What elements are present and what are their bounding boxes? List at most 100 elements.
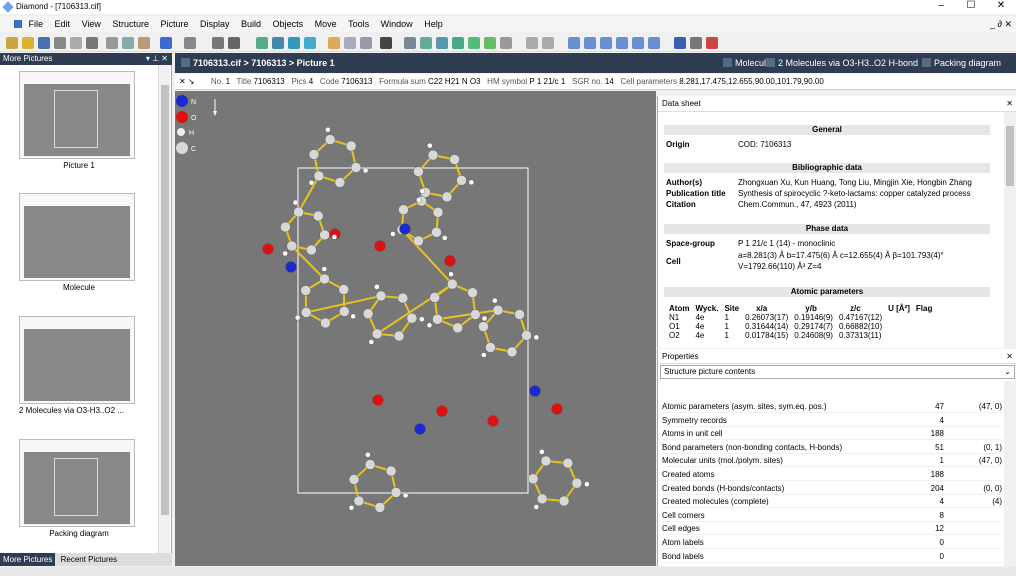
menu-display[interactable]: Display [200,16,230,32]
property-row[interactable]: Molecular units (mol./polym. sites) 1 (47,… [662,454,1002,468]
tools-icon-1[interactable] [526,37,538,49]
window-icon-3[interactable] [600,37,612,49]
properties-select[interactable]: Structure picture contents ⌄ [660,365,1015,379]
property-row[interactable]: Atomic parameters (asym. sites, sym.eq. … [662,400,1002,413]
window-icon-4[interactable] [616,37,628,49]
properties-scrollbar[interactable] [1004,381,1016,566]
thumbnail-molecule[interactable] [19,193,135,281]
build-icon-1[interactable] [404,37,416,49]
menu-help[interactable]: Help [424,16,443,32]
window-icon-5[interactable] [632,37,644,49]
panel-scrollbar[interactable] [158,65,170,553]
bond [297,175,320,213]
mdi-controls[interactable]: _ ∂ ✕ [990,16,1012,32]
minimize-button[interactable]: – [926,0,956,14]
menu-file[interactable]: File [29,16,44,32]
carbon-atom [432,314,443,325]
close-button[interactable]: ✕ [986,0,1016,14]
property-row[interactable]: Cell corners 8 [662,509,1002,522]
menu-tools[interactable]: Tools [348,16,369,32]
tab-more-pictures[interactable]: More Pictures [0,553,56,566]
menu-view[interactable]: View [82,16,101,32]
carbon-atom [470,309,481,320]
tab-recent-pictures[interactable]: Recent Pictures [58,553,120,566]
help-icon[interactable] [674,37,686,49]
build-icon-7[interactable] [500,37,512,49]
data-sheet-scrollbar[interactable] [1004,112,1016,348]
carbon-atom [339,306,350,317]
redo-icon[interactable] [184,37,196,49]
tab-molecule[interactable]: Molecule [723,53,771,73]
menu-structure[interactable]: Structure [112,16,149,32]
window-icon-1[interactable] [568,37,580,49]
panel-tabs: More Pictures Recent Pictures [0,553,172,566]
view-icon-3[interactable] [288,37,300,49]
thumbnail-picture-1[interactable] [19,71,135,159]
rotate-icon[interactable] [212,37,224,49]
new-icon[interactable] [6,37,18,49]
build-icon-5[interactable] [468,37,480,49]
maximize-button[interactable]: ☐ [956,0,986,14]
menu-picture[interactable]: Picture [160,16,188,32]
copy-icon[interactable] [122,37,134,49]
property-row[interactable]: Created molecules (complete) 4 (4) [662,495,1002,509]
select-icon[interactable] [228,37,240,49]
window-icon-2[interactable] [584,37,596,49]
view-icon-2[interactable] [272,37,284,49]
cut-icon[interactable] [106,37,118,49]
build-icon-6[interactable] [484,37,496,49]
carbon-atom [506,346,518,358]
panel-controls[interactable]: ▾ ⊥ ✕ [146,53,168,65]
view-icon-4[interactable] [304,37,316,49]
picture-icon-1[interactable] [328,37,340,49]
view-icon-1[interactable] [256,37,268,49]
picture-icon-2[interactable] [344,37,356,49]
hydrogen-atom [294,314,301,321]
property-value: 204 [930,483,944,493]
print-preview-icon[interactable] [70,37,82,49]
print-icon[interactable] [86,37,98,49]
carbon-atom [301,307,312,318]
carbon-atom [286,240,297,252]
property-row[interactable]: Symmetry records 4 [662,414,1002,427]
tab-picture-1[interactable]: 7106313.cif > 7106313 > Picture 1 [181,53,335,73]
property-row[interactable]: Bond parameters (non-bonding contacts, H… [662,441,1002,454]
build-icon-2[interactable] [420,37,432,49]
build-icon-3[interactable] [436,37,448,49]
property-row[interactable]: Cell edges 12 [662,522,1002,536]
menu-edit[interactable]: Edit [55,16,71,32]
property-row[interactable]: Bond labels 0 [662,550,1002,563]
property-row[interactable]: Created bonds (H-bonds/contacts) 204 (0, 0… [662,482,1002,495]
structure-view[interactable]: N O H C [175,91,656,566]
menu-objects[interactable]: Objects [273,16,304,32]
undo-icon[interactable] [160,37,172,49]
menu-move[interactable]: Move [315,16,337,32]
hydrogen-atom [321,266,327,272]
tab-2-molecules[interactable]: 2 Molecules via O3-H3..O2 H-bond [766,53,918,73]
info-icon[interactable] [690,37,702,49]
tab-packing-diagram[interactable]: Packing diagram [922,53,1001,73]
panel-title: More Pictures [3,54,53,63]
build-icon-4[interactable] [452,37,464,49]
hydrogen-atom [365,452,371,458]
tools-icon-2[interactable] [542,37,554,49]
thumbnail-packing-diagram[interactable] [19,439,135,527]
save-icon[interactable] [38,37,50,49]
tool-x-icon[interactable] [706,37,718,49]
thumbnail-2-molecules[interactable] [19,316,135,404]
legend: N O H C [176,95,197,154]
property-row[interactable]: Atom labels 0 [662,536,1002,549]
close-arrows-icon[interactable]: ✕ ↘ [179,77,195,86]
open-icon[interactable] [22,37,34,49]
window-icon-6[interactable] [648,37,660,49]
menu-window[interactable]: Window [381,16,413,32]
paste-icon[interactable] [138,37,150,49]
close-icon[interactable]: ✕ [1006,96,1013,112]
grid-icon[interactable] [380,37,392,49]
property-row[interactable]: Created atoms 188 [662,468,1002,481]
picture-icon-3[interactable] [360,37,372,49]
find-icon[interactable] [54,37,66,49]
property-row[interactable]: Atoms in unit cell 188 [662,427,1002,441]
close-icon[interactable]: ✕ [1006,349,1013,364]
menu-build[interactable]: Build [241,16,261,32]
